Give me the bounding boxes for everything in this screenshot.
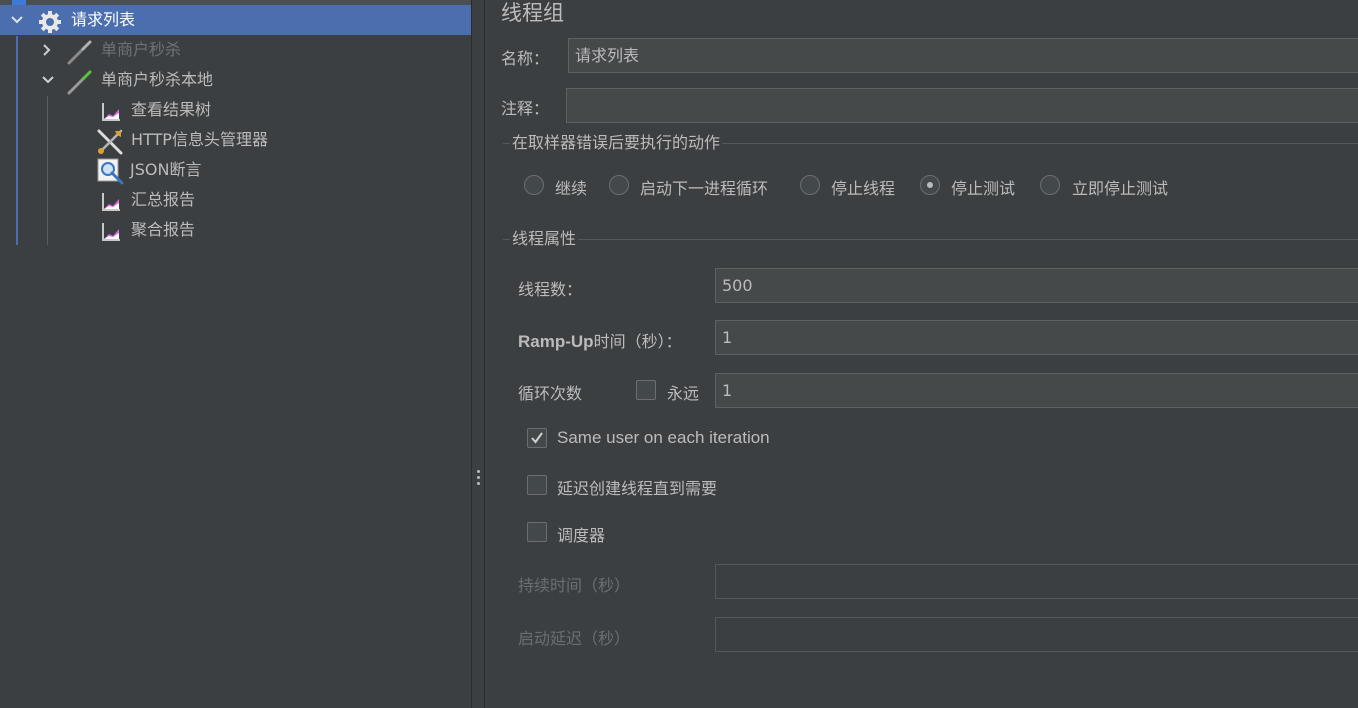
chevron-right-icon[interactable] [40, 35, 54, 65]
rampup-label: Ramp-Up时间（秒）： [518, 328, 682, 352]
duration-field[interactable] [715, 564, 1358, 599]
tree-node-label: HTTP信息头管理器 [131, 130, 268, 149]
tree-node-label: 汇总报告 [131, 190, 196, 209]
scheduler-label: 调度器 [557, 526, 606, 545]
panel-title: 线程组 [501, 1, 564, 25]
same-user-label: Same user on each iteration [557, 428, 770, 447]
radio-stop-thread[interactable] [800, 175, 820, 195]
drag-handle-icon[interactable] [477, 470, 480, 488]
tree-node-label: 聚合报告 [131, 220, 196, 239]
loop-count-field[interactable]: 1 [715, 373, 1358, 408]
error-action-group-title: 在取样器错误后要执行的动作 [510, 133, 723, 153]
tree-node-label: 单商户秒杀本地 [101, 70, 214, 89]
thread-props-group-title: 线程属性 [510, 229, 579, 249]
delay-create-checkbox[interactable] [527, 475, 547, 495]
gear-icon [38, 10, 61, 33]
radio-start-next-loop-label: 启动下一进程循环 [640, 179, 769, 198]
delay-create-label: 延迟创建线程直到需要 [557, 479, 718, 498]
tree-node-listener[interactable]: 聚合报告 [0, 215, 471, 245]
magnifier-icon [97, 158, 124, 185]
tree-node-assertion[interactable]: JSON断言 [0, 155, 471, 185]
startup-delay-field[interactable] [715, 617, 1358, 652]
pipette-icon [66, 40, 92, 65]
tree-node-sampler-group[interactable]: 单商户秒杀本地 [0, 65, 471, 95]
tree-node-label: 请求列表 [71, 10, 136, 29]
graph-listener-icon [100, 221, 122, 243]
duration-label: 持续时间（秒） [518, 576, 631, 595]
radio-stop-test-label: 停止测试 [951, 179, 1016, 198]
tree-node-label: 查看结果树 [131, 100, 212, 119]
split-pane-divider[interactable] [471, 0, 485, 708]
name-label: 名称： [501, 49, 550, 68]
pipette-icon [66, 70, 92, 95]
loop-count-label: 循环次数 [518, 384, 583, 403]
graph-listener-icon [100, 101, 122, 123]
graph-listener-icon [100, 191, 122, 213]
chevron-down-icon[interactable] [41, 65, 55, 95]
radio-stop-thread-label: 停止线程 [831, 179, 896, 198]
radio-stop-test[interactable] [920, 175, 940, 195]
startup-delay-label: 启动延迟（秒） [518, 629, 631, 648]
rampup-label-bold: Ramp-Up [518, 332, 594, 351]
radio-continue[interactable] [524, 175, 544, 195]
tree-node-listener[interactable]: 查看结果树 [0, 95, 471, 125]
tree-node-listener[interactable]: 汇总报告 [0, 185, 471, 215]
name-field[interactable]: 请求列表 [568, 38, 1358, 73]
tools-icon [96, 128, 123, 155]
threads-label: 线程数： [518, 280, 583, 299]
radio-continue-label: 继续 [555, 179, 588, 198]
test-plan-tree: 请求列表 单商户秒杀 单商户秒杀本地 查看结果树 HTTP信息头管理器 JSON… [0, 0, 471, 708]
group-border [503, 239, 1358, 240]
forever-label: 永远 [667, 384, 700, 403]
tree-node-config[interactable]: HTTP信息头管理器 [0, 125, 471, 155]
chevron-down-icon[interactable] [10, 5, 24, 35]
radio-start-next-loop[interactable] [609, 175, 629, 195]
tree-node-thread-group[interactable]: 请求列表 [0, 5, 471, 35]
threads-field[interactable]: 500 [715, 268, 1358, 303]
rampup-field[interactable]: 1 [715, 320, 1358, 355]
tree-node-sampler-group[interactable]: 单商户秒杀 [0, 35, 471, 65]
forever-checkbox[interactable] [636, 380, 656, 400]
radio-stop-test-now-label: 立即停止测试 [1072, 179, 1169, 198]
tree-node-label: 单商户秒杀 [101, 40, 182, 59]
comment-label: 注释： [501, 99, 550, 118]
rampup-label-rest: 时间（秒）： [593, 332, 682, 351]
thread-group-panel: 线程组 名称： 请求列表 注释： 在取样器错误后要执行的动作 继续 启动下一进程… [485, 0, 1358, 708]
checkmark-icon [531, 432, 543, 444]
tree-node-label: JSON断言 [130, 160, 202, 179]
scheduler-checkbox[interactable] [527, 522, 547, 542]
comment-field[interactable] [566, 88, 1358, 123]
radio-stop-test-now[interactable] [1040, 175, 1060, 195]
same-user-checkbox[interactable] [527, 428, 547, 448]
